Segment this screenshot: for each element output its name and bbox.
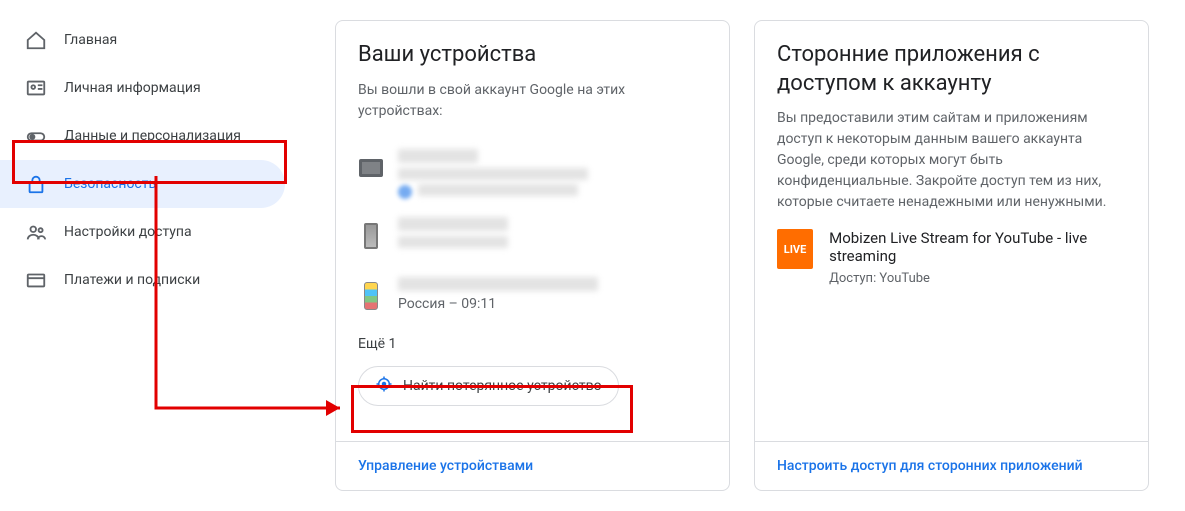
sidebar-item-label: Безопасность xyxy=(64,176,156,192)
sidebar-item-data[interactable]: Данные и персонализация xyxy=(0,112,285,160)
sidebar-item-home[interactable]: Главная xyxy=(0,16,285,64)
toggle-icon xyxy=(24,124,48,148)
devices-card: Ваши устройства Вы вошли в свой аккаунт … xyxy=(335,20,730,491)
devices-description: Вы вошли в свой аккаунт Google на этих у… xyxy=(358,80,707,122)
more-devices[interactable]: Ещё 1 xyxy=(358,336,707,352)
card-icon xyxy=(24,268,48,292)
third-party-apps-card: Сторонние приложения с доступом к аккаун… xyxy=(754,20,1149,491)
app-icon: LIVE xyxy=(777,229,813,269)
app-row[interactable]: LIVE Mobizen Live Stream for YouTube - l… xyxy=(777,229,1126,286)
sidebar-item-label: Данные и персонализация xyxy=(64,128,241,144)
sidebar-item-label: Личная информация xyxy=(64,80,201,96)
app-access: Доступ: YouTube xyxy=(829,271,1126,286)
people-icon xyxy=(24,220,48,244)
device-row[interactable] xyxy=(358,138,707,206)
phone-icon xyxy=(358,276,384,316)
phone-icon xyxy=(358,216,384,256)
desktop-icon xyxy=(358,148,384,188)
find-device-button[interactable]: Найти потерянное устройство xyxy=(358,366,619,406)
device-row[interactable]: Россия – 09:11 xyxy=(358,266,707,326)
sidebar-item-sharing[interactable]: Настройки доступа xyxy=(0,208,285,256)
device-location: Россия – 09:11 xyxy=(398,296,707,308)
target-icon xyxy=(375,375,393,397)
sidebar-item-label: Главная xyxy=(64,32,117,48)
lock-icon xyxy=(24,172,48,196)
sidebar-item-security[interactable]: Безопасность xyxy=(0,160,285,208)
id-card-icon xyxy=(24,76,48,100)
manage-apps-link[interactable]: Настроить доступ для сторонних приложени… xyxy=(755,441,1148,490)
main-content: Ваши устройства Вы вошли в свой аккаунт … xyxy=(295,0,1185,511)
sidebar-item-label: Настройки доступа xyxy=(64,224,192,240)
sidebar-item-label: Платежи и подписки xyxy=(64,272,200,288)
find-device-label: Найти потерянное устройство xyxy=(403,378,602,394)
manage-devices-link[interactable]: Управление устройствами xyxy=(336,441,729,490)
devices-title: Ваши устройства xyxy=(358,41,707,70)
apps-description: Вы предоставили этим сайтам и приложения… xyxy=(777,108,1126,213)
app-name: Mobizen Live Stream for YouTube - live s… xyxy=(829,229,1126,265)
apps-title: Сторонние приложения с доступом к аккаун… xyxy=(777,41,1126,98)
sidebar-item-payments[interactable]: Платежи и подписки xyxy=(0,256,285,304)
device-row[interactable] xyxy=(358,206,707,266)
home-icon xyxy=(24,28,48,52)
sidebar-nav: Главная Личная информация Данные и персо… xyxy=(0,0,295,511)
sidebar-item-personal[interactable]: Личная информация xyxy=(0,64,285,112)
